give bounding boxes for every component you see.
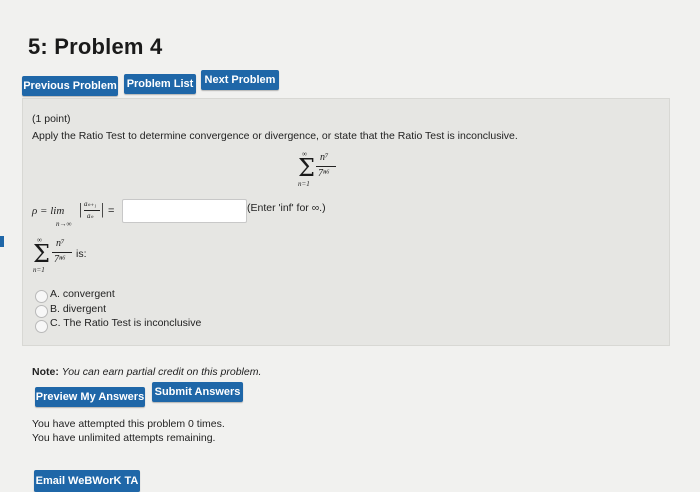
points-label: (1 point) [32, 113, 71, 125]
note-text: You can earn partial credit on this prob… [61, 366, 262, 378]
rho-answer-input[interactable] [122, 199, 247, 223]
series-denominator: 7ⁿ⁶ [318, 168, 330, 179]
option-c-radio[interactable] [35, 320, 48, 333]
fraction-bar [316, 166, 336, 167]
is-label: is: [76, 248, 87, 260]
partial-credit-note: Note: You can earn partial credit on thi… [32, 366, 261, 378]
ratio-numerator: aₙ₊₁ [84, 200, 97, 208]
preview-answers-button[interactable]: Preview My Answers [35, 387, 145, 407]
sigma-icon-2: Σ [33, 240, 50, 268]
scroll-marker [0, 236, 4, 247]
abs-bar-left: | [79, 201, 83, 218]
limit-subscript: n→∞ [56, 220, 72, 228]
previous-problem-button[interactable]: Previous Problem [22, 76, 118, 96]
option-a-label: A. convergent [50, 288, 115, 300]
submit-answers-button[interactable]: Submit Answers [152, 382, 243, 402]
option-a-radio[interactable] [35, 290, 48, 303]
sum-lower-limit: n=1 [298, 180, 310, 188]
series-denominator-2: 7ⁿ⁶ [54, 254, 66, 265]
equals-sign: = [108, 205, 115, 217]
attempts-count: You have attempted this problem 0 times. [32, 418, 225, 430]
rho-limit-label: ρ = lim [32, 205, 65, 217]
sigma-icon: Σ [298, 154, 315, 182]
series-numerator-2: n⁷ [56, 238, 65, 249]
attempts-remaining: You have unlimited attempts remaining. [32, 432, 216, 444]
inf-hint: (Enter 'inf' for ∞.) [247, 202, 326, 214]
page-title: 5: Problem 4 [28, 34, 163, 59]
next-problem-button[interactable]: Next Problem [201, 70, 279, 90]
note-bold: Note: [32, 366, 59, 378]
option-b-label: B. divergent [50, 303, 107, 315]
ratio-bar [84, 210, 100, 211]
problem-list-button[interactable]: Problem List [124, 74, 196, 94]
abs-bar-right: | [101, 201, 105, 218]
fraction-bar-2 [52, 252, 72, 253]
option-c-label: C. The Ratio Test is inconclusive [50, 317, 202, 329]
email-ta-button[interactable]: Email WeBWorK TA [34, 470, 140, 492]
ratio-denominator: aₙ [87, 212, 94, 220]
sum-lower-limit-2: n=1 [33, 266, 45, 274]
series-numerator: n⁷ [320, 152, 329, 163]
option-b-radio[interactable] [35, 305, 48, 318]
problem-instruction: Apply the Ratio Test to determine conver… [32, 130, 518, 142]
